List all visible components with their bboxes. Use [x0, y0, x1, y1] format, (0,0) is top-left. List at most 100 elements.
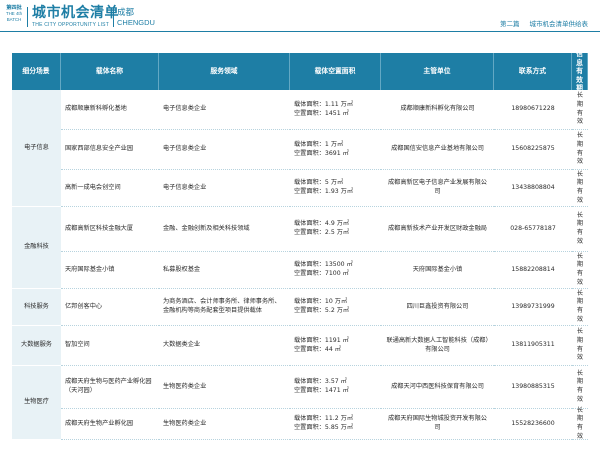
service-field: 电子信息类企业: [159, 90, 290, 130]
area-cell: 载体面积：1.11 万㎡ 空置面积：1451 ㎡: [290, 90, 381, 130]
validity: 长期有效: [572, 407, 588, 440]
supervisor-unit: 天府国际基金小镇: [381, 252, 494, 289]
carrier-area: 载体面积：10 万㎡: [294, 298, 348, 306]
vacant-area: 空置面积：5.2 万㎡: [294, 307, 350, 314]
carrier-area: 载体面积：13500 ㎡: [294, 261, 353, 269]
col-header-area: 载体空置面积: [290, 53, 381, 90]
carrier-area: 载体面积：1 万㎡: [294, 140, 344, 148]
category-cell: 大数据服务: [12, 326, 61, 366]
contact-phone[interactable]: 15608225875: [494, 130, 572, 170]
carrier-area: 载体面积：1191 ㎡: [294, 336, 349, 344]
supervisor-unit: 四川巨鑫投资有限公司: [381, 289, 494, 326]
carrier-area: 载体面积：4.9 万㎡: [294, 220, 350, 228]
brand-title-cn: 城市机会清单: [32, 5, 119, 21]
col-header-category: 细分场景: [12, 53, 61, 90]
vacant-area: 空置面积：44 ㎡: [294, 345, 341, 353]
vacant-area: 空置面积：1451 ㎡: [294, 109, 349, 117]
vacant-area: 空置面积：7100 ㎡: [294, 270, 349, 277]
vacant-area: 空置面积：1471 ㎡: [294, 387, 349, 394]
col-header-field: 服务领域: [159, 53, 290, 90]
category-cell: 生物医疗: [12, 366, 61, 440]
carrier-name: 国家西部信息安全产业园: [61, 130, 159, 170]
carrier-name: 成都顺康新科孵化基地: [61, 90, 159, 130]
col-header-name: 载体名称: [61, 53, 159, 90]
col-header-valid: 信息有效期: [572, 50, 588, 92]
page-header: 第四批 THE 4th BATCH 城市机会清单 THE CITY OPPORT…: [0, 0, 600, 36]
validity: 长期有效: [572, 130, 588, 170]
carrier-name: 天府国际基金小镇: [61, 252, 159, 289]
carrier-area: 载体面积：11.2 万㎡: [294, 415, 354, 423]
section-label: 城市机会清单供给表: [529, 20, 589, 28]
service-field: 金融、金融创新及相关科技领域: [159, 207, 290, 252]
carrier-name: 高新一成电会创空间: [61, 170, 159, 207]
validity: 长期有效: [572, 366, 588, 409]
category-cell: 金融科技: [12, 207, 61, 289]
carrier-area: 载体面积：5 万㎡: [294, 179, 344, 187]
carrier-name: 智加空间: [61, 326, 159, 366]
brand-title-en: THE CITY OPPORTUNITY LIST: [32, 22, 109, 28]
divider: [113, 8, 114, 27]
validity: 长期有效: [572, 90, 588, 130]
brand-title: 城市机会清单 THE CITY OPPORTUNITY LIST: [32, 5, 119, 28]
contact-phone[interactable]: 15882208814: [494, 252, 572, 289]
contact-phone[interactable]: 13438808804: [494, 170, 572, 207]
validity: 长期有效: [572, 326, 588, 366]
city-cn: 成都: [117, 8, 135, 18]
validity: 长期有效: [572, 207, 588, 252]
supervisor-unit: 成都国信安信息产业基地有限公司: [381, 130, 494, 170]
vacant-area: 空置面积：5.85 万㎡: [294, 424, 354, 431]
vacant-area: 空置面积：2.5 万㎡: [294, 229, 350, 236]
contact-phone[interactable]: 028-65778187: [494, 207, 572, 252]
area-cell: 载体面积：1191 ㎡空置面积：44 ㎡: [290, 326, 381, 366]
area-cell: 载体面积：4.9 万㎡ 空置面积：2.5 万㎡: [290, 207, 381, 252]
validity: 长期有效: [572, 170, 588, 207]
validity: 长期有效: [572, 252, 588, 289]
batch-badge: 第四批 THE 4th BATCH: [4, 5, 24, 22]
supervisor-unit: 成都顺康新科孵化有限公司: [381, 90, 494, 130]
validity: 长期有效: [572, 289, 588, 326]
carrier-area: 载体面积：3.57 ㎡: [294, 378, 347, 386]
carrier-area: 载体面积：1.11 万㎡: [294, 100, 354, 108]
part-label: 第二篇: [500, 20, 520, 28]
contact-phone[interactable]: 13980885315: [494, 366, 572, 409]
vacant-area: 空置面积：1.93 万㎡: [294, 188, 354, 195]
city-name: 成都 CHENGDU: [117, 8, 155, 27]
area-cell: 载体面积：13500 ㎡空置面积：7100 ㎡: [290, 252, 381, 289]
service-field: 生物医药类企业: [159, 366, 290, 409]
col-header-contact: 联系方式: [494, 53, 572, 90]
city-en: CHENGDU: [117, 18, 155, 27]
batch-en-2: BATCH: [6, 16, 22, 22]
carrier-name: 成都天府生物产业孵化园: [61, 409, 159, 440]
contact-phone[interactable]: 13989731999: [494, 289, 572, 326]
service-field: 电子信息类企业: [159, 170, 290, 207]
supply-table: 细分场景 载体名称 服务领域 载体空置面积 主管单位 联系方式 信息有效期 电子…: [12, 50, 588, 440]
carrier-name: 成都高新区科技金融大厦: [61, 207, 159, 252]
service-field: 电子信息类企业: [159, 130, 290, 170]
category-cell: 电子信息: [12, 90, 61, 207]
category-cell: 科技服务: [12, 289, 61, 326]
supervisor-unit: 成都高新区电子信息产业发展有限公司: [381, 170, 494, 207]
contact-phone[interactable]: 13811905311: [494, 326, 572, 366]
area-cell: 载体面积：3.57 ㎡空置面积：1471 ㎡: [290, 366, 381, 409]
carrier-name: 成都天府生物与医药产业孵化园（天河园）: [61, 366, 159, 409]
supervisor-unit: 联通高新大数据人工智能科技（成都）有限公司: [381, 326, 494, 366]
service-field: 为商务酒店、会计师事务所、律师事务所、金融机构等商务配套型项目提供载体: [159, 289, 290, 326]
area-cell: 载体面积：1 万㎡ 空置面积：3691 ㎡: [290, 130, 381, 170]
service-field: 生物医药类企业: [159, 409, 290, 440]
supervisor-unit: 成都天河中西医科技保育有限公司: [381, 366, 494, 409]
area-cell: 载体面积：5 万㎡ 空置面积：1.93 万㎡: [290, 170, 381, 207]
area-cell: 载体面积：11.2 万㎡ 空置面积：5.85 万㎡: [290, 409, 381, 440]
contact-phone[interactable]: 15528236600: [494, 409, 572, 440]
contact-phone[interactable]: 18980671228: [494, 90, 572, 130]
col-header-unit: 主管单位: [381, 53, 494, 90]
header-rule: [0, 31, 600, 32]
supervisor-unit: 成都天府国际生物城投资开发有限公司: [381, 409, 494, 440]
divider: [27, 7, 28, 27]
service-field: 私募股权基金: [159, 252, 290, 289]
area-cell: 载体面积：10 万㎡ 空置面积：5.2 万㎡: [290, 289, 381, 326]
service-field: 大数据类企业: [159, 326, 290, 366]
section-note: 第二篇 城市机会清单供给表: [500, 18, 588, 28]
supervisor-unit: 成都高新技术产业开发区财政金融局: [381, 207, 494, 252]
vacant-area: 空置面积：3691 ㎡: [294, 149, 349, 157]
carrier-name: 亿邦创客中心: [61, 289, 159, 326]
